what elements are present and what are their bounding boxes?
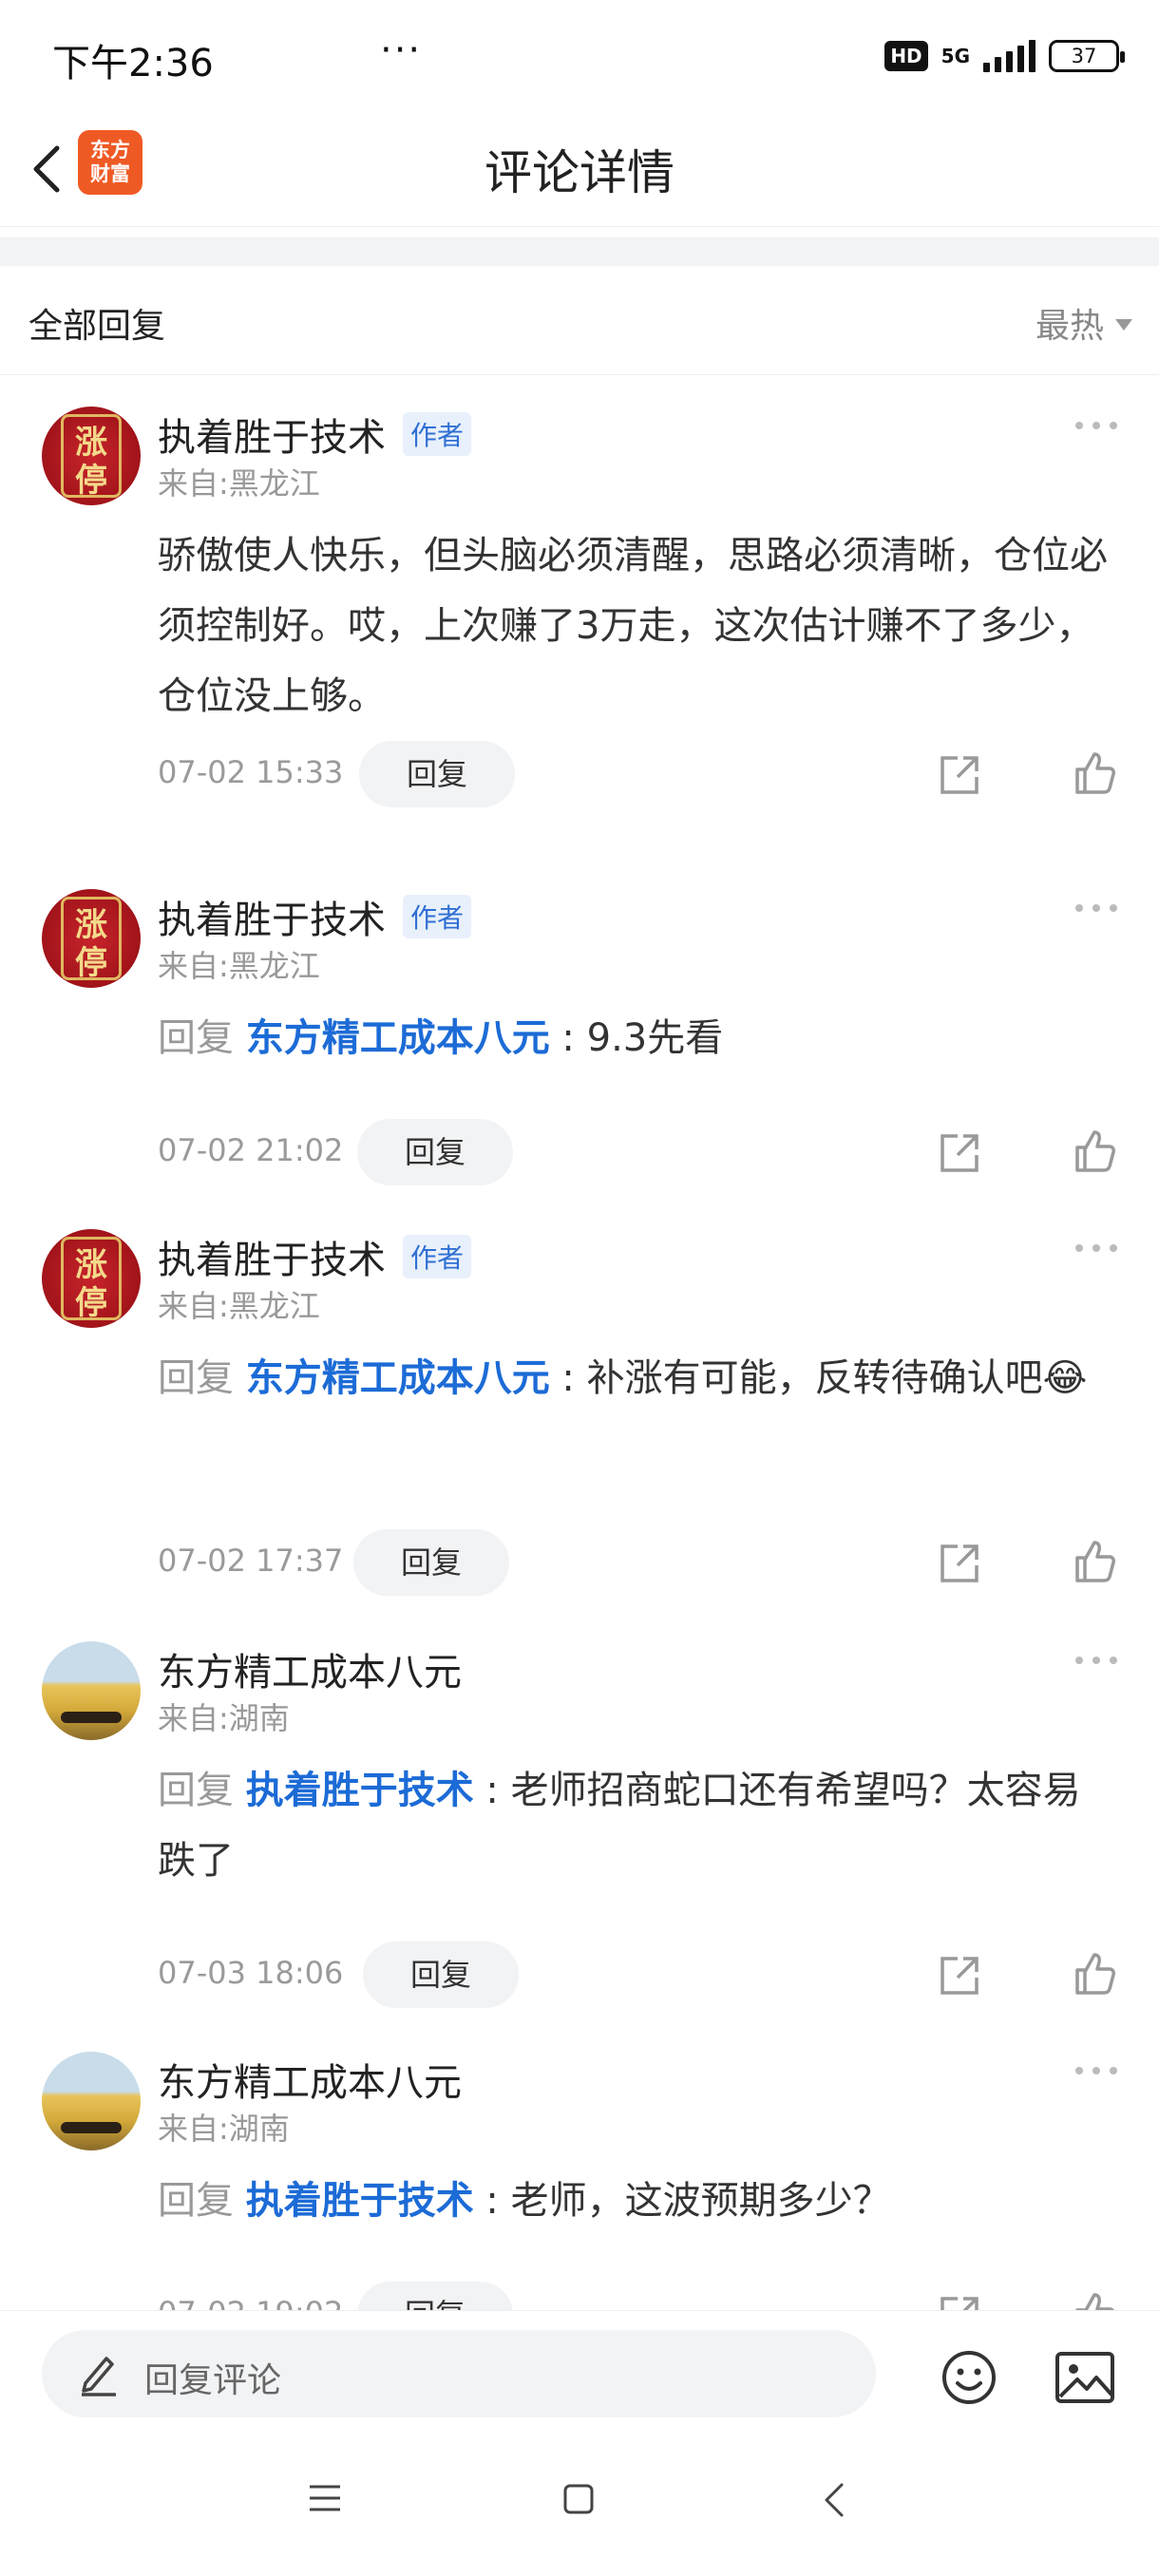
reply-target[interactable]: 执着胜于技术 xyxy=(246,1769,474,1812)
author-badge: 作者 xyxy=(403,1235,472,1279)
reply-prefix: 回复 xyxy=(158,1356,234,1400)
comment-meta: 07-02 17:37 回复 xyxy=(158,1529,1117,1596)
more-icon[interactable] xyxy=(1074,420,1119,431)
home-icon[interactable] xyxy=(562,2483,595,2515)
reply-body: : 补涨有可能，反转待确认吧😂 xyxy=(549,1356,1088,1400)
avatar[interactable] xyxy=(42,2052,141,2150)
reply-button[interactable]: 回复 xyxy=(359,741,515,807)
pen-icon xyxy=(82,2357,116,2396)
username[interactable]: 执着胜于技术 作者 xyxy=(158,1229,472,1284)
share-icon[interactable] xyxy=(937,1953,982,1998)
username[interactable]: 东方精工成本八元 xyxy=(158,2052,462,2107)
timestamp: 07-02 15:33 xyxy=(158,754,344,790)
timestamp: 07-03 18:06 xyxy=(158,1955,344,1991)
username[interactable]: 东方精工成本八元 xyxy=(158,1641,462,1696)
comment-meta: 07-03 18:06 回复 xyxy=(158,1941,1117,2008)
reply-prefix: 回复 xyxy=(158,2179,234,2223)
comment-text: 回复 东方精工成本八元 : 补涨有可能，反转待确认吧😂 xyxy=(158,1343,1108,1413)
reply-body: : 老师，这波预期多少？ xyxy=(473,2179,891,2223)
image-icon[interactable] xyxy=(1054,2351,1115,2404)
avatar[interactable]: 涨 停 xyxy=(42,889,141,988)
username[interactable]: 执着胜于技术 作者 xyxy=(158,407,472,462)
status-icons: HD 5G 37 xyxy=(884,34,1125,78)
timestamp: 07-02 21:02 xyxy=(158,1132,344,1168)
hd-badge: HD xyxy=(884,41,928,71)
avatar[interactable] xyxy=(42,1641,141,1740)
reply-button[interactable]: 回复 xyxy=(363,1941,519,2008)
share-icon[interactable] xyxy=(937,1541,982,1586)
reply-target[interactable]: 东方精工成本八元 xyxy=(246,1356,550,1400)
location: 来自:黑龙江 xyxy=(158,948,320,984)
location: 来自:湖南 xyxy=(158,2111,290,2147)
location: 来自:黑龙江 xyxy=(158,1288,320,1324)
reply-target[interactable]: 执着胜于技术 xyxy=(246,2179,474,2223)
nav-bar: 东方 财富 评论详情 xyxy=(0,114,1159,227)
comment-text: 回复 东方精工成本八元 : 9.3先看 xyxy=(158,1003,1108,1073)
timestamp: 07-02 19:02 xyxy=(158,2295,343,2310)
reply-input[interactable]: 回复评论 xyxy=(42,2330,876,2417)
reply-target[interactable]: 东方精工成本八元 xyxy=(246,1016,550,1060)
more-icon[interactable] xyxy=(1074,2065,1119,2076)
location: 来自:黑龙江 xyxy=(158,465,320,502)
like-icon[interactable] xyxy=(1072,1128,1117,1174)
comment-meta: 07-02 19:02 回复 xyxy=(158,2282,1117,2310)
username[interactable]: 执着胜于技术 作者 xyxy=(158,889,472,944)
comment-item: 东方精工成本八元 来自:湖南 回复 执着胜于技术 : 老师，这波预期多少？ 07… xyxy=(0,2052,1159,2310)
reply-prefix: 回复 xyxy=(158,1016,234,1060)
like-icon[interactable] xyxy=(1072,750,1117,796)
reply-placeholder: 回复评论 xyxy=(144,2361,282,2400)
network-type: 5G xyxy=(940,45,970,67)
comment-text: 回复 执着胜于技术 : 老师招商蛇口还有希望吗？太容易跌了 xyxy=(158,1755,1108,1896)
comment-meta: 07-02 21:02 回复 xyxy=(158,1119,1117,1185)
status-dots: ··· xyxy=(380,28,423,72)
avatar[interactable]: 涨 停 xyxy=(42,1229,141,1328)
system-back-icon[interactable] xyxy=(821,2481,846,2519)
emoji-icon[interactable] xyxy=(940,2349,998,2406)
reply-button[interactable]: 回复 xyxy=(353,1529,509,1596)
comment-text: 骄傲使人快乐，但头脑必须清醒，思路必须清晰，仓位必须控制好。哎，上次赚了3万走，… xyxy=(158,534,1108,718)
avatar[interactable]: 涨 停 xyxy=(42,407,141,505)
signal-icon xyxy=(983,40,1036,72)
divider xyxy=(0,237,1159,266)
caret-down-icon xyxy=(1115,319,1132,331)
page-title: 评论详情 xyxy=(484,145,674,200)
sort-label: 最热 xyxy=(1035,307,1104,346)
battery-icon: 37 xyxy=(1049,40,1125,72)
author-badge: 作者 xyxy=(403,895,472,938)
reply-bar: 回复评论 xyxy=(0,2310,1159,2431)
sort-dropdown[interactable]: 最热 xyxy=(1036,298,1132,348)
reply-button[interactable]: 回复 xyxy=(357,2282,513,2310)
comment-meta: 07-02 15:33 回复 xyxy=(158,741,1117,807)
share-icon[interactable] xyxy=(937,752,982,798)
reply-body: : 9.3先看 xyxy=(549,1016,724,1060)
more-icon[interactable] xyxy=(1074,1655,1119,1666)
reply-button[interactable]: 回复 xyxy=(357,1119,513,1185)
like-icon[interactable] xyxy=(1072,1539,1117,1584)
comment-text: 回复 执着胜于技术 : 老师，这波预期多少？ xyxy=(158,2166,1108,2236)
more-icon[interactable] xyxy=(1074,902,1119,914)
recent-apps-icon[interactable] xyxy=(308,2483,342,2513)
more-icon[interactable] xyxy=(1074,1242,1119,1254)
system-nav-bar xyxy=(0,2430,1159,2576)
location: 来自:湖南 xyxy=(158,1700,290,1736)
share-icon[interactable] xyxy=(937,2293,982,2310)
timestamp: 07-02 17:37 xyxy=(158,1543,344,1579)
status-bar: 下午2:36 ··· HD 5G 37 xyxy=(0,0,1159,114)
like-icon[interactable] xyxy=(1072,2291,1117,2310)
like-icon[interactable] xyxy=(1072,1951,1117,1997)
author-badge: 作者 xyxy=(403,412,472,456)
all-replies-label: 全部回复 xyxy=(28,307,166,346)
status-time: 下午2:36 xyxy=(52,42,214,85)
reply-prefix: 回复 xyxy=(158,1769,234,1812)
share-icon[interactable] xyxy=(937,1130,982,1176)
filter-bar: 全部回复 最热 xyxy=(0,266,1159,375)
